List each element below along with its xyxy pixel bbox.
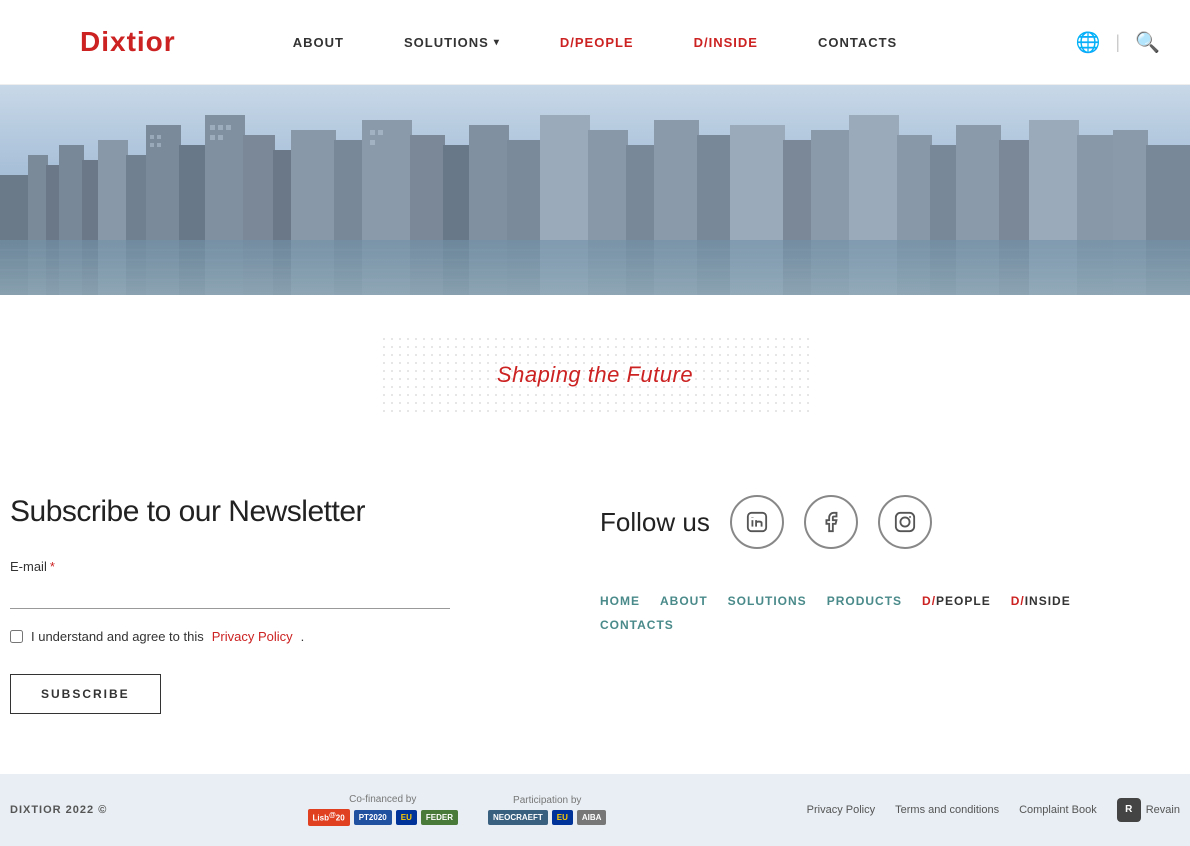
newsletter-title: Subscribe to our Newsletter (10, 495, 570, 529)
nav-item-solutions[interactable]: SOLUTIONS ▾ (374, 35, 530, 50)
feder-badge: FEDER (421, 810, 458, 825)
participation-group: Participation by NEOCRAEFT EU AIBA (488, 795, 606, 825)
revain-label: Revain (1146, 804, 1180, 816)
terms-conditions-link[interactable]: Terms and conditions (895, 804, 999, 816)
footer-legal: Privacy Policy Terms and conditions Comp… (807, 798, 1180, 822)
newsletter-section: Subscribe to our Newsletter E-mail* I un… (0, 495, 570, 714)
instagram-icon[interactable] (878, 495, 932, 549)
nav-item-d-inside[interactable]: D/INSIDE (664, 35, 788, 50)
lisboa-badge: Lisb@20 (308, 809, 350, 826)
footer-nav-d-people[interactable]: D/PEOPLE (922, 589, 1011, 613)
participation-badges: NEOCRAEFT EU AIBA (488, 810, 606, 825)
footer-logos: Co-financed by Lisb@20 PT2020 EU FEDER P… (308, 794, 607, 826)
divider: | (1115, 32, 1120, 53)
nav-links: ABOUT SOLUTIONS ▾ D/PEOPLE D/INSIDE CONT… (263, 35, 927, 50)
brand-name: Dixtior (80, 26, 176, 57)
co-financed-label: Co-financed by (349, 794, 416, 805)
brand-logo[interactable]: Dixtior (80, 26, 176, 58)
facebook-icon[interactable] (804, 495, 858, 549)
revain-badge: R Revain (1117, 798, 1180, 822)
privacy-policy-footer-link[interactable]: Privacy Policy (807, 804, 875, 816)
eu-badge: EU (396, 810, 417, 825)
footer-nav: HOME ABOUT SOLUTIONS PRODUCTS D/PEOPLE D… (600, 589, 1160, 637)
search-icon[interactable]: 🔍 (1135, 30, 1160, 55)
globe-icon[interactable]: 🌐 (1076, 30, 1101, 55)
nav-item-d-people[interactable]: D/PEOPLE (530, 35, 664, 50)
footer-nav-contacts[interactable]: CONTACTS (600, 613, 694, 637)
linkedin-icon[interactable] (730, 495, 784, 549)
nav-item-contacts[interactable]: CONTACTS (788, 35, 927, 50)
footer-nav-row2: CONTACTS (600, 613, 1160, 637)
co-financed-badges: Lisb@20 PT2020 EU FEDER (308, 809, 458, 826)
aiba-badge: AIBA (577, 810, 607, 825)
follow-title: Follow us (600, 507, 710, 538)
follow-row: Follow us (600, 495, 1160, 549)
tagline-section: // We'll generate dots via the SVG text … (0, 295, 1190, 455)
footer-nav-home[interactable]: HOME (600, 589, 660, 613)
privacy-policy-link[interactable]: Privacy Policy (212, 629, 293, 644)
bottom-footer: DIXTIOR 2022 © Co-financed by Lisb@20 PT… (0, 774, 1190, 846)
neocraeft-badge: NEOCRAEFT (488, 810, 548, 825)
privacy-checkbox[interactable] (10, 630, 23, 643)
required-star: * (50, 559, 55, 574)
main-content: Subscribe to our Newsletter E-mail* I un… (0, 455, 1190, 774)
footer-nav-solutions[interactable]: SOLUTIONS (728, 589, 827, 613)
tagline-text: Shaping the Future (497, 362, 693, 388)
complaint-book-link[interactable]: Complaint Book (1019, 804, 1097, 816)
participation-label: Participation by (513, 795, 581, 806)
hero-image (0, 85, 1190, 295)
footer-nav-row1: HOME ABOUT SOLUTIONS PRODUCTS D/PEOPLE D… (600, 589, 1160, 613)
copyright-text: DIXTIOR 2022 © (10, 804, 107, 816)
portugal2020-badge: PT2020 (354, 810, 392, 825)
revain-icon: R (1117, 798, 1141, 822)
footer-nav-about[interactable]: ABOUT (660, 589, 728, 613)
footer-nav-products[interactable]: PRODUCTS (827, 589, 922, 613)
tagline-box: // We'll generate dots via the SVG text … (380, 335, 810, 415)
nav-item-about[interactable]: ABOUT (263, 35, 374, 50)
follow-section: Follow us (570, 495, 1190, 714)
footer-nav-d-inside[interactable]: D/INSIDE (1011, 589, 1091, 613)
navbar: Dixtior ABOUT SOLUTIONS ▾ D/PEOPLE D/INS… (0, 0, 1190, 85)
co-financed-group: Co-financed by Lisb@20 PT2020 EU FEDER (308, 794, 458, 826)
eu2-badge: EU (552, 810, 573, 825)
navbar-right: 🌐 | 🔍 (1076, 30, 1161, 55)
privacy-checkbox-row: I understand and agree to this Privacy P… (10, 629, 570, 644)
email-label: E-mail* (10, 559, 570, 574)
subscribe-button[interactable]: SUBSCRIBE (10, 674, 161, 714)
email-input[interactable] (10, 582, 450, 609)
chevron-down-icon: ▾ (494, 37, 500, 48)
